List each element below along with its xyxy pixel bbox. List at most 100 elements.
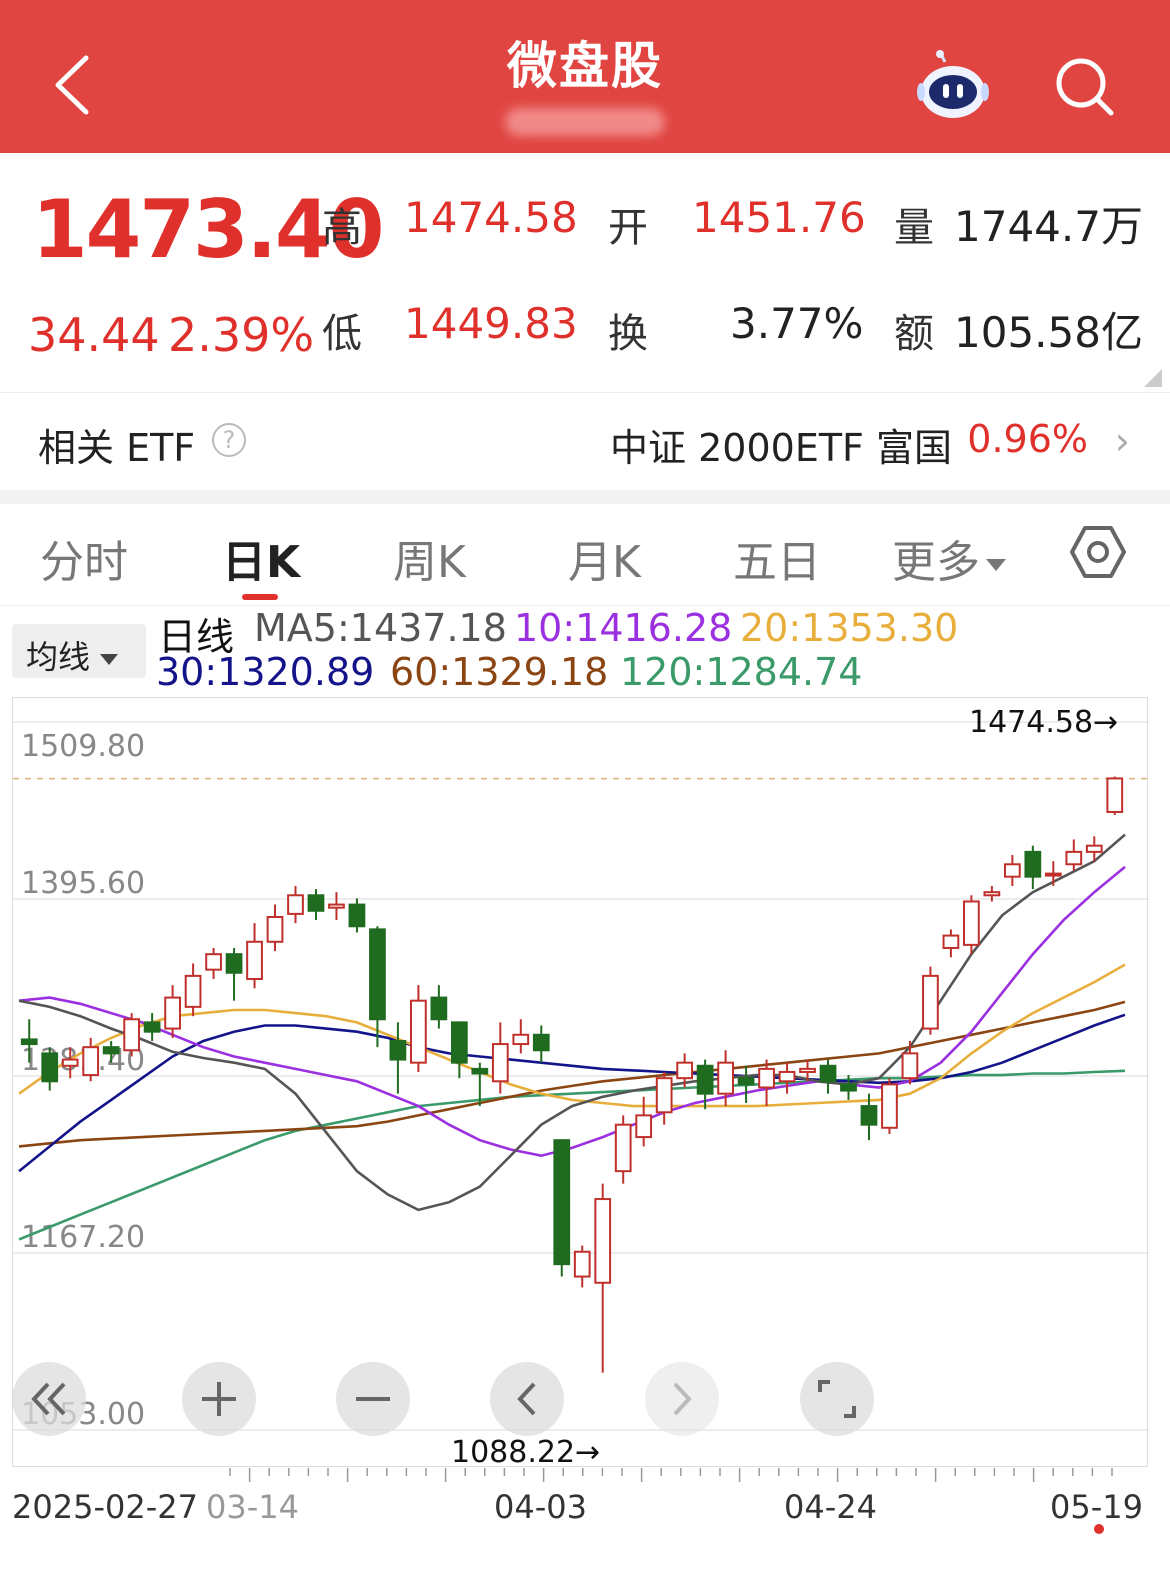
etf-name: 中证 2000ETF 富国 [610, 426, 952, 470]
candle-up [1044, 872, 1062, 877]
fullscreen-button[interactable] [800, 1362, 874, 1436]
tab-more[interactable]: 更多 [892, 526, 1006, 590]
candle-down [41, 1052, 59, 1083]
x-label-3: 04-03 [494, 1488, 587, 1526]
candle-up [594, 1198, 612, 1284]
help-icon[interactable]: ? [212, 423, 246, 457]
expand-corner-icon[interactable] [1144, 369, 1162, 387]
x-axis-ticks [229, 1468, 1113, 1482]
ma20-value: 20:1353.30 [740, 606, 959, 650]
open-label: 开 [608, 205, 648, 251]
candle-down [860, 1105, 878, 1126]
tab-monthly-k[interactable]: 月K [568, 526, 641, 590]
high-value: 1474.58 [404, 193, 578, 242]
x-axis: 2025-02-27 03-14 04-03 04-24 05-19 [0, 1468, 1170, 1585]
latest-dot [1094, 1524, 1104, 1534]
candle-up [164, 996, 181, 1030]
candle-up [758, 1067, 775, 1089]
blurred-subtitle [505, 108, 665, 136]
robot-icon[interactable] [915, 48, 991, 124]
volume-label: 量 [894, 205, 934, 251]
amount-label: 额 [894, 311, 934, 357]
candle-down [20, 1038, 38, 1046]
price-change-pct: 2.39% [168, 308, 315, 362]
candle-down [450, 1021, 468, 1064]
kline-chart[interactable]: 1509.801395.601281.401167.201053.001474.… [12, 697, 1149, 1468]
candle-up [184, 974, 202, 1008]
tab-more-label: 更多 [892, 537, 980, 588]
app-header: 微盘股 [0, 0, 1170, 153]
candle-up [491, 1043, 509, 1083]
kline-chart-svg: 1509.801395.601281.401167.201053.001474.… [13, 705, 1149, 1468]
candle-down [553, 1139, 571, 1266]
candle-down [1024, 850, 1042, 878]
y-tick-label: 1395.60 [21, 866, 145, 901]
candle-down [348, 903, 366, 928]
low-marker: 1088.22→ [451, 1435, 600, 1468]
candle-up [512, 1033, 530, 1046]
candle-up [205, 953, 222, 971]
ma30-value: 30:1320.89 [156, 650, 375, 694]
etf-change-pct: 0.96% [967, 417, 1088, 461]
y-tick-label: 1167.20 [21, 1220, 145, 1255]
high-marker: 1474.58→ [969, 705, 1118, 740]
tab-five-day[interactable]: 五日 [733, 526, 821, 590]
candle-down [369, 928, 386, 1021]
ma-selector[interactable]: 均线 [12, 624, 146, 678]
candle-down [389, 1039, 407, 1061]
search-icon[interactable] [1053, 55, 1117, 119]
caret-down-icon [986, 559, 1006, 571]
double-chevron-left-icon [31, 1382, 66, 1416]
turnover-label: 换 [608, 311, 648, 357]
candle-up [963, 900, 980, 946]
candle-up [778, 1070, 796, 1083]
ma60-value: 60:1329.18 [390, 650, 609, 694]
candle-down [102, 1046, 120, 1055]
candle-down [840, 1083, 857, 1092]
tab-intraday[interactable]: 分时 [40, 526, 128, 590]
low-value: 1449.83 [404, 299, 578, 348]
y-tick-label: 1509.80 [21, 729, 145, 764]
etf-label: 相关 ETF [38, 426, 196, 470]
candle-up [942, 934, 960, 949]
candle-up [614, 1123, 632, 1173]
tab-daily-k[interactable]: 日K [222, 526, 300, 590]
rewind-button[interactable] [12, 1362, 86, 1436]
amount-value: 105.58亿 [954, 308, 1143, 357]
ma10-value: 10:1416.28 [514, 606, 733, 650]
candle-up [61, 1058, 79, 1067]
volume-value: 1744.7万 [954, 202, 1143, 251]
page-title: 微盘股 [507, 37, 663, 95]
candle-down [819, 1064, 837, 1083]
x-label-start: 2025-02-27 [12, 1488, 198, 1526]
candle-up [922, 974, 939, 1030]
hexagon-settings-icon[interactable] [1070, 524, 1126, 580]
period-tabs: 分时 日K 周K 月K 五日 更多 [0, 504, 1170, 606]
scroll-left-button[interactable] [490, 1362, 564, 1436]
scroll-right-button[interactable] [645, 1362, 719, 1436]
candle-up [1106, 777, 1124, 813]
candle-up [1065, 850, 1083, 866]
tab-weekly-k[interactable]: 周K [393, 526, 466, 590]
turnover-value: 3.77% [730, 299, 864, 348]
candle-up [901, 1052, 919, 1080]
candle-up [573, 1250, 591, 1278]
candle-up [655, 1077, 673, 1114]
zoom-in-button[interactable] [182, 1362, 256, 1436]
candle-down [471, 1067, 489, 1075]
candle-down [225, 953, 243, 974]
candle-down [430, 996, 448, 1021]
candle-up [82, 1046, 100, 1077]
zoom-out-button[interactable] [336, 1362, 410, 1436]
section-divider [0, 490, 1170, 504]
candle-up [717, 1061, 734, 1095]
quote-panel: 1473.40 34.44 2.39% 高 1474.58 低 1449.83 … [0, 153, 1170, 393]
candle-down [143, 1021, 161, 1033]
ma5-value: MA5:1437.18 [254, 606, 507, 650]
fullscreen-icon [818, 1380, 856, 1418]
ma10-line [18, 865, 1126, 1158]
related-etf-row[interactable]: 相关 ETF ? 中证 2000ETF 富国 0.96% › [0, 392, 1170, 490]
chevron-right-icon [673, 1382, 692, 1416]
candle-up [983, 891, 1001, 897]
candle-up [881, 1083, 898, 1129]
